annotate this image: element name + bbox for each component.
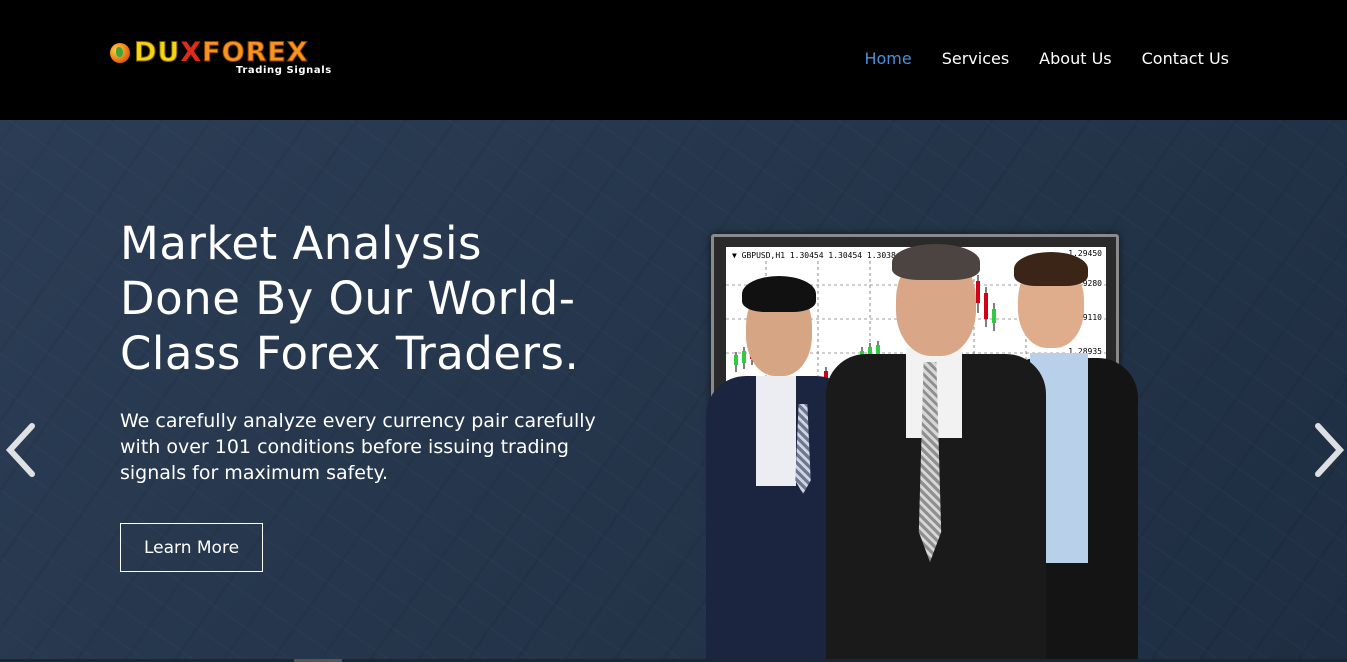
globe-icon	[110, 43, 130, 63]
learn-more-button[interactable]: Learn More	[120, 523, 263, 572]
hero-background-texture	[0, 120, 1347, 662]
chart-symbol: GBPUSD,H1	[741, 251, 786, 260]
chart-dropdown-icon: ▼	[732, 251, 737, 260]
brand-name-x: X	[180, 37, 203, 68]
nav-home[interactable]: Home	[864, 48, 911, 70]
hero-slider: Market Analysis Done By Our World- Class…	[0, 120, 1347, 662]
hero-headline-line3: Class Forex Traders.	[120, 327, 580, 380]
hero-headline: Market Analysis Done By Our World- Class…	[120, 216, 680, 381]
brand-name: DUXFOREX	[133, 37, 309, 68]
next-slide-arrow-icon[interactable]	[1308, 420, 1347, 480]
brand-tagline: Trading Signals	[236, 65, 332, 76]
main-nav: Home Services About Us Contact Us	[864, 48, 1229, 70]
prev-slide-arrow-icon[interactable]	[2, 420, 42, 480]
hero-headline-line2: Done By Our World-	[120, 272, 576, 325]
site-header: DUXFOREX Trading Signals Home Services A…	[0, 0, 1347, 120]
nav-contact-us[interactable]: Contact Us	[1142, 48, 1229, 70]
brand-name-du: DU	[133, 37, 181, 68]
trader-photo-center	[826, 244, 1046, 662]
brand-logo[interactable]: DUXFOREX Trading Signals	[110, 37, 340, 82]
hero-headline-line1: Market Analysis	[120, 217, 482, 270]
nav-about-us[interactable]: About Us	[1039, 48, 1111, 70]
hero-subtext: We carefully analyze every currency pair…	[120, 410, 596, 484]
nav-services[interactable]: Services	[942, 48, 1009, 70]
brand-name-forex: FOREX	[202, 37, 309, 68]
